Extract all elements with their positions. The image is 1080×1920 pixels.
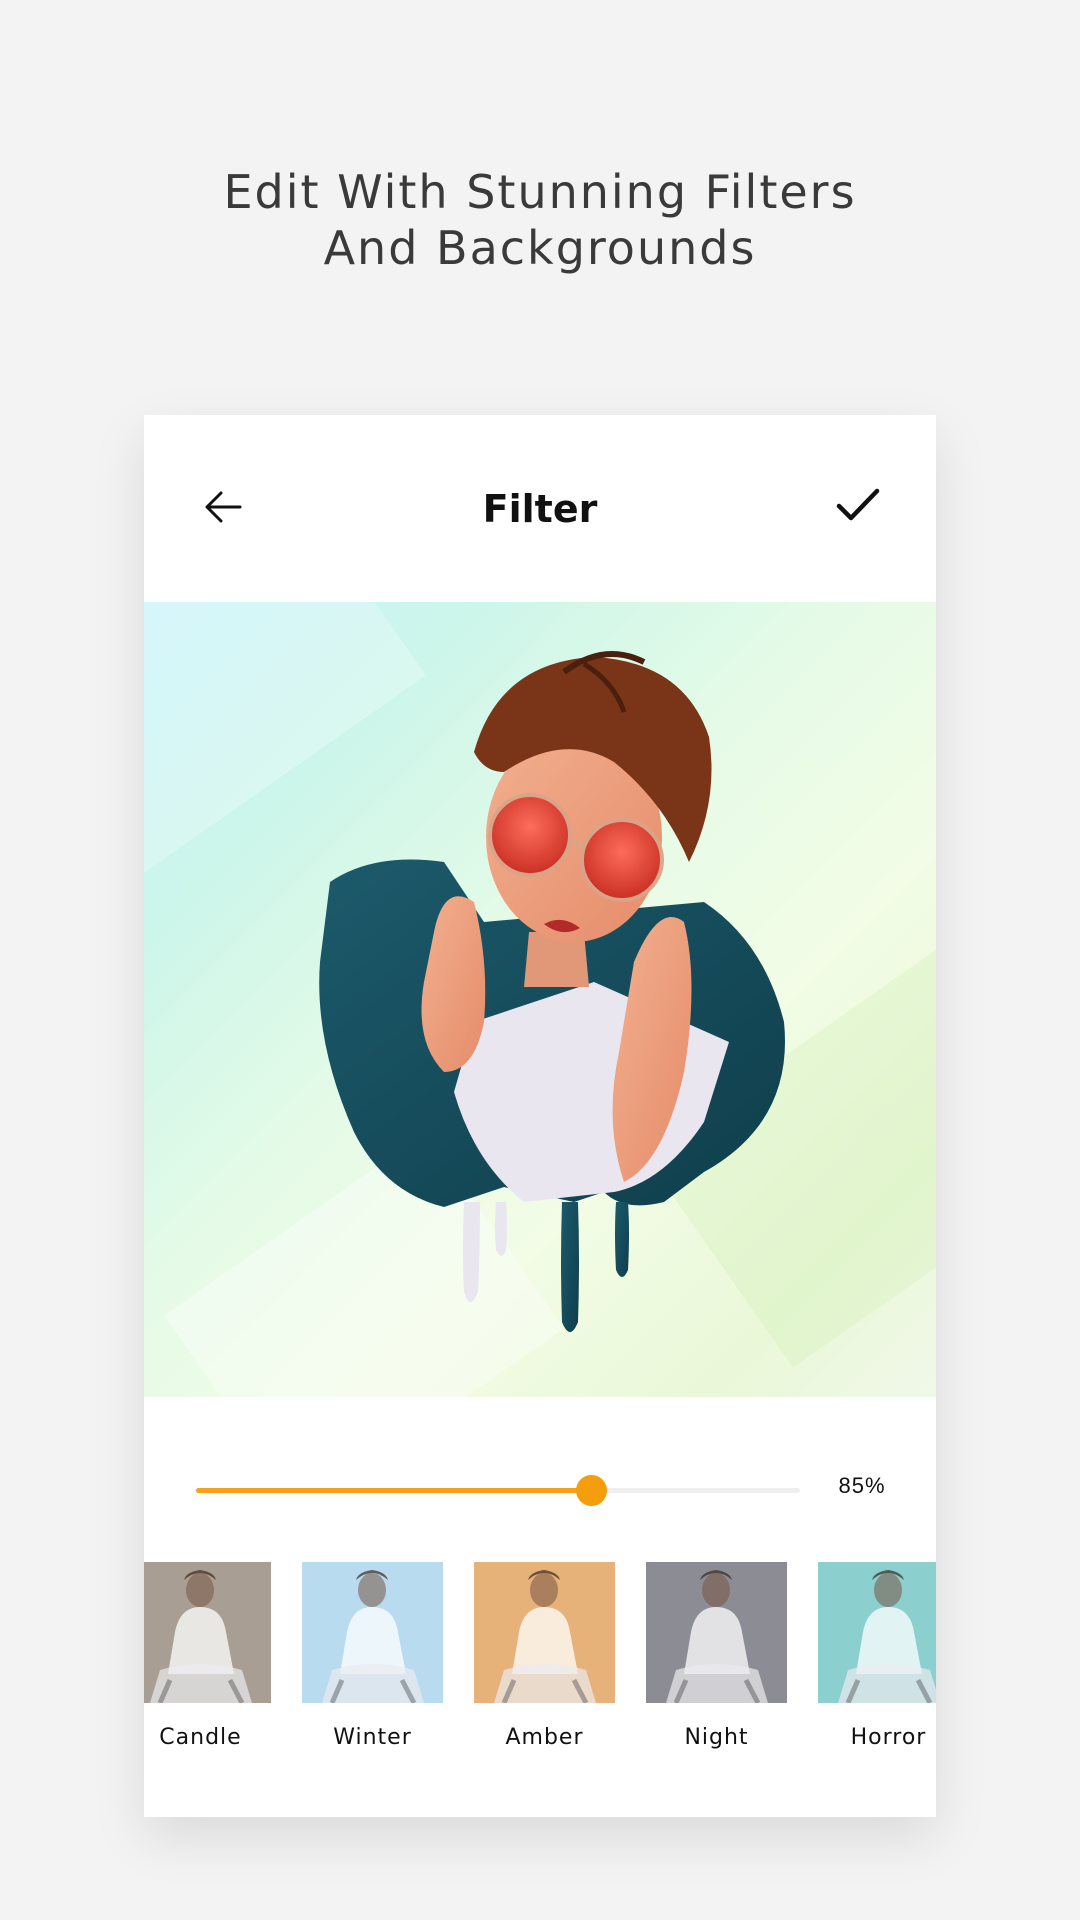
screen-title: Filter [482, 487, 598, 531]
confirm-button[interactable] [826, 473, 890, 537]
filter-thumbnail [818, 1562, 936, 1703]
intensity-slider-fill [196, 1488, 591, 1493]
filter-label: Candle [159, 1725, 242, 1750]
checkmark-icon [836, 488, 880, 521]
intensity-slider[interactable] [196, 1475, 800, 1506]
filter-label: Amber [505, 1725, 584, 1750]
photo-canvas[interactable] [144, 602, 936, 1397]
filter-thumbnail [646, 1562, 787, 1703]
app-screen: Filter 85% Candle Winter Amber Night Hor… [144, 415, 936, 1817]
portrait-cutout [319, 651, 785, 1332]
filter-label: Horror [850, 1725, 927, 1750]
filter-thumbnail [144, 1562, 271, 1703]
intensity-value: 85% [838, 1473, 886, 1498]
filter-thumbnail [302, 1562, 443, 1703]
promo-headline-line-2: And Backgrounds [323, 221, 757, 275]
filter-label: Winter [333, 1725, 412, 1750]
filter-label: Night [684, 1725, 749, 1750]
top-toolbar: Filter [144, 415, 936, 602]
promo-headline-line-1: Edit With Stunning Filters [223, 165, 857, 219]
filter-item-amber[interactable]: Amber [474, 1562, 615, 1750]
filter-item-candle[interactable]: Candle [144, 1562, 271, 1750]
intensity-slider-thumb[interactable] [576, 1475, 607, 1506]
filter-thumbnail [474, 1562, 615, 1703]
filter-item-night[interactable]: Night [646, 1562, 787, 1750]
promo-headline: Edit With Stunning Filters And Backgroun… [0, 164, 1080, 276]
intensity-slider-row: 85% [144, 1445, 936, 1535]
filter-list[interactable]: Candle Winter Amber Night Horror [144, 1562, 936, 1762]
filter-item-winter[interactable]: Winter [302, 1562, 443, 1750]
filter-item-horror[interactable]: Horror [818, 1562, 936, 1750]
